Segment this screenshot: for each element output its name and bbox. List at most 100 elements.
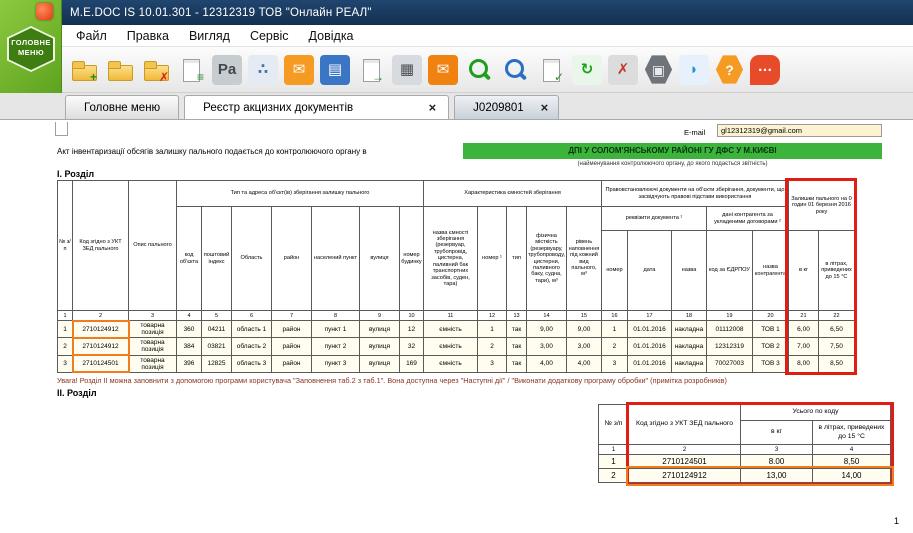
table1-cell[interactable]: так [507, 338, 527, 355]
table1-cell[interactable]: накладна [671, 321, 706, 338]
create-report-icon[interactable]: + [68, 55, 98, 85]
table2-cell[interactable]: 2710124912 [629, 469, 741, 483]
table1-cell[interactable]: район [272, 338, 312, 355]
table1-cell[interactable]: 1 [58, 321, 73, 338]
table1-cell[interactable]: 01.01.2016 [627, 338, 671, 355]
table2-cell[interactable]: 2710124501 [629, 455, 741, 469]
table1-cell[interactable]: так [507, 355, 527, 372]
table1-cell[interactable]: пункт 2 [312, 338, 360, 355]
table1-cell[interactable]: 12825 [202, 355, 232, 372]
table1-cell[interactable]: район [272, 355, 312, 372]
table2-cell[interactable]: 2 [599, 469, 629, 483]
table2-cell[interactable]: 14,00 [813, 469, 891, 483]
table1-cell[interactable]: 9,00 [566, 321, 601, 338]
copy-report-icon[interactable]: ≡ [176, 55, 206, 85]
payment-cube-icon[interactable]: Pa [212, 55, 242, 85]
table1-cell[interactable]: 2710124501 [73, 355, 129, 372]
table1-cell[interactable]: область 1 [232, 321, 272, 338]
table1-cell[interactable]: пункт 3 [312, 355, 360, 372]
export-document-icon[interactable]: → [356, 55, 386, 85]
table2-cell[interactable]: 8,50 [813, 455, 891, 469]
close-program-icon[interactable]: ✗ [608, 55, 638, 85]
help-icon[interactable]: ? [715, 55, 744, 85]
table1-cell[interactable]: 9,00 [527, 321, 567, 338]
table1-cell[interactable]: 03821 [202, 338, 232, 355]
email-field[interactable]: gl12312319@gmail.com [717, 124, 882, 137]
table1-cell[interactable]: накладна [671, 338, 706, 355]
table1-cell[interactable]: 6,00 [788, 321, 818, 338]
table1-cell[interactable]: товарна позиція [129, 321, 177, 338]
table1-cell[interactable]: 2 [601, 338, 627, 355]
table1-cell[interactable]: ТОВ 1 [752, 321, 788, 338]
table1-cell[interactable]: 384 [177, 338, 202, 355]
table1-cell[interactable]: ємність [424, 321, 478, 338]
table1-cell[interactable]: 01.01.2016 [627, 355, 671, 372]
print-icon[interactable]: ▦ [392, 55, 422, 85]
table1-cell[interactable]: 1 [478, 321, 507, 338]
menu-item-edit[interactable]: Правка [117, 27, 179, 45]
table1-cell[interactable]: ТОВ 3 [752, 355, 788, 372]
table1-cell[interactable]: 01.01.2016 [627, 321, 671, 338]
open-report-icon[interactable] [104, 55, 134, 85]
table1-cell[interactable]: 3 [478, 355, 507, 372]
update-icon[interactable]: ◗ [679, 55, 709, 85]
table1-cell[interactable]: 6,50 [818, 321, 854, 338]
table1-cell[interactable]: 169 [400, 355, 424, 372]
table1-cell[interactable]: 3 [601, 355, 627, 372]
table1-cell[interactable]: товарна позиція [129, 338, 177, 355]
close-tab-excise-registry-icon[interactable]: × [429, 101, 437, 114]
table1-cell[interactable]: 04211 [202, 321, 232, 338]
table2-cell[interactable]: 8.00 [741, 455, 813, 469]
verify-document-icon[interactable]: ✓ [536, 55, 566, 85]
table1-cell[interactable]: ТОВ 2 [752, 338, 788, 355]
table1-cell[interactable]: накладна [671, 355, 706, 372]
table1-cell[interactable]: пункт 1 [312, 321, 360, 338]
table1-cell[interactable]: 4,00 [566, 355, 601, 372]
structure-icon[interactable]: ∴ [248, 55, 278, 85]
table1-cell[interactable]: 1 [601, 321, 627, 338]
receive-mail-icon[interactable]: ✉ [428, 55, 458, 85]
table1-cell[interactable]: товарна позиція [129, 355, 177, 372]
table1-cell[interactable]: ємність [424, 355, 478, 372]
table1-cell[interactable]: район [272, 321, 312, 338]
menu-item-service[interactable]: Сервіс [240, 27, 299, 45]
search-registry-icon[interactable] [464, 55, 494, 85]
controlling-authority-field[interactable]: ДПІ У СОЛОМ'ЯНСЬКОМУ РАЙОНІ ГУ ДФС У М.К… [463, 143, 882, 159]
feedback-icon[interactable]: … [750, 55, 780, 85]
table1-cell[interactable]: 8,00 [788, 355, 818, 372]
tab-j0209801[interactable]: J0209801× [454, 95, 559, 119]
table1-cell[interactable]: 12312319 [706, 338, 752, 355]
table1-cell[interactable]: 01112008 [706, 321, 752, 338]
table1-cell[interactable]: 7,50 [818, 338, 854, 355]
table1-cell[interactable]: 12 [400, 321, 424, 338]
table1-cell[interactable]: 3,00 [566, 338, 601, 355]
delete-report-icon[interactable]: ✗ [140, 55, 170, 85]
modules-icon[interactable]: ▣ [644, 55, 673, 85]
table1-cell[interactable]: 396 [177, 355, 202, 372]
table1-cell[interactable]: так [507, 321, 527, 338]
table1-cell[interactable]: 4,00 [527, 355, 567, 372]
menu-item-view[interactable]: Вигляд [179, 27, 240, 45]
table1-cell[interactable]: 2710124912 [73, 321, 129, 338]
table1-cell[interactable]: 2 [58, 338, 73, 355]
table1-cell[interactable]: 8,50 [818, 355, 854, 372]
table1-cell[interactable]: вулиця [360, 321, 400, 338]
table1-cell[interactable]: 7,00 [788, 338, 818, 355]
refresh-icon[interactable]: ↻ [572, 55, 602, 85]
table1-cell[interactable]: 32 [400, 338, 424, 355]
table1-cell[interactable]: 3,00 [527, 338, 567, 355]
close-tab-j0209801-icon[interactable]: × [541, 101, 549, 114]
tab-main-menu[interactable]: Головне меню [65, 95, 179, 119]
menu-item-file[interactable]: Файл [66, 27, 117, 45]
table1-cell[interactable]: вулиця [360, 355, 400, 372]
table1-cell[interactable]: 2 [478, 338, 507, 355]
zoom-icon[interactable] [500, 55, 530, 85]
table2-cell[interactable]: 1 [599, 455, 629, 469]
table1-cell[interactable]: 360 [177, 321, 202, 338]
table1-cell[interactable]: 70027003 [706, 355, 752, 372]
table1-cell[interactable]: область 3 [232, 355, 272, 372]
table1-cell[interactable]: ємність [424, 338, 478, 355]
address-book-icon[interactable]: ▤ [320, 55, 350, 85]
tab-excise-registry[interactable]: Реєстр акцизних документів× [184, 95, 449, 119]
table1-cell[interactable]: вулиця [360, 338, 400, 355]
